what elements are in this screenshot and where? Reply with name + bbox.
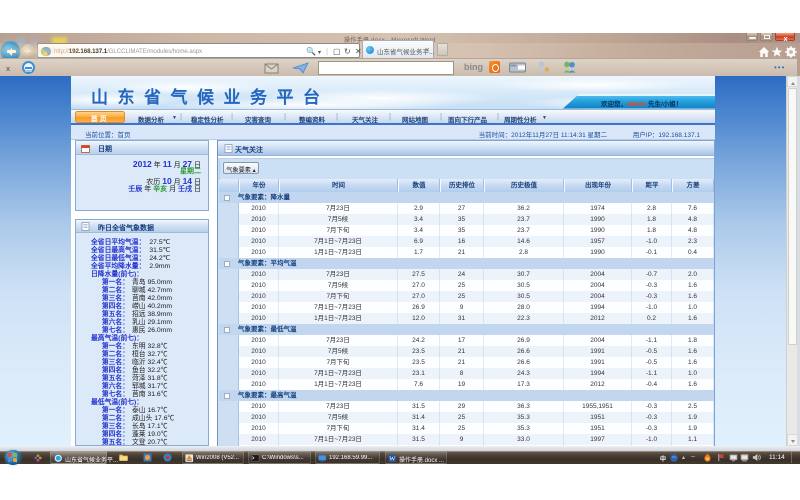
svg-text:W: W <box>389 456 395 463</box>
